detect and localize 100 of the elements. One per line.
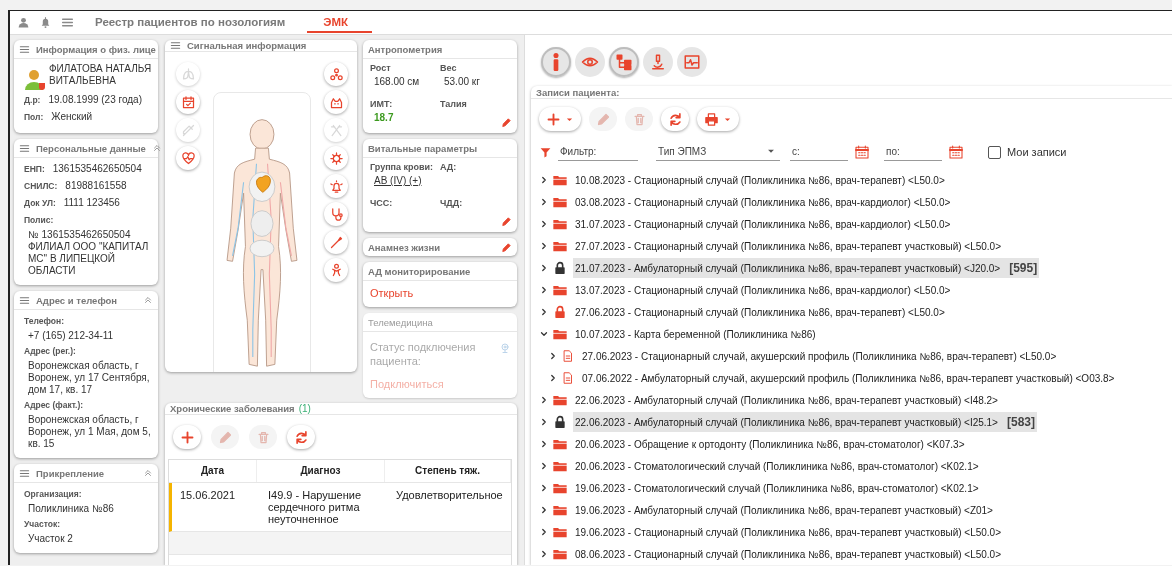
record-item[interactable]: 13.07.2023 - Стационарный случай (Поликлиника №86, врач-кардиолог) <L50.0>	[573, 281, 953, 299]
chevron-right-icon[interactable]	[539, 285, 549, 295]
record-item[interactable]: 22.06.2023 - Амбулаторный случай (Поликлиника №86, врач-терапевт участковый) <I25.1> [583]	[573, 412, 1037, 432]
collapse-icon[interactable]	[143, 468, 153, 478]
tool-button[interactable]	[324, 202, 348, 226]
date-field[interactable]: по:	[884, 143, 942, 161]
panel-title: Хронические заболевания	[170, 403, 295, 414]
filter-icon[interactable]	[539, 145, 552, 159]
field-link[interactable]: AB (IV) (+)	[370, 175, 440, 186]
refresh-button[interactable]	[287, 425, 315, 449]
checkbox-label: Мои записи	[1007, 146, 1067, 158]
tool-button[interactable]	[324, 62, 348, 86]
view-tab[interactable]	[541, 47, 571, 77]
chevron-right-icon[interactable]	[548, 351, 558, 361]
view-tab[interactable]	[677, 47, 707, 77]
nav-tab[interactable]: Реестр пациентов по нозологиям	[83, 12, 302, 33]
tool-button[interactable]	[324, 146, 348, 170]
menu-icon[interactable]	[19, 43, 30, 55]
nav-tab[interactable]: ЭМК	[307, 12, 373, 33]
plus-button[interactable]	[539, 107, 581, 131]
field-label: ЧСС:	[370, 198, 394, 208]
checkbox[interactable]	[988, 145, 1001, 159]
menu-icon[interactable]	[19, 294, 30, 306]
tool-button[interactable]	[324, 90, 348, 114]
record-item[interactable]: 19.06.2023 - Стационарный случай (Поликлиника №86, врач-терапевт участковый) <L50.0>	[573, 523, 1004, 541]
tool-button[interactable]	[324, 258, 348, 282]
table-cell-text: I49.9 - Нарушение сердечного ритма неуточненное	[267, 488, 363, 527]
calendar-icon[interactable]	[948, 144, 964, 160]
type-dropdown[interactable]: Тип ЭПМЗ	[656, 143, 780, 161]
chevron-right-icon[interactable]	[539, 461, 549, 471]
chevron-right-icon[interactable]	[539, 395, 549, 405]
panel-title: Анамнез жизни	[368, 241, 441, 253]
chevron-right-icon[interactable]	[539, 549, 549, 559]
record-item[interactable]: 10.07.2023 - Карта беременной (Поликлиника №86)	[573, 325, 818, 343]
chevron-right-icon[interactable]	[548, 373, 558, 383]
view-tab[interactable]	[643, 47, 673, 77]
user-icon[interactable]	[17, 16, 30, 29]
chevron-right-icon[interactable]	[539, 505, 549, 515]
record-item[interactable]: 27.06.2023 - Стационарный случай (Поликлиника №86, врач-терапевт) <L50.0>	[573, 303, 947, 321]
plus-button[interactable]	[173, 425, 201, 449]
collapse-icon[interactable]	[143, 295, 153, 305]
panel-title: Персональные данные	[36, 142, 146, 154]
pencil-icon[interactable]	[501, 216, 512, 227]
field-value: 18.7	[373, 112, 395, 123]
record-item[interactable]: 19.06.2023 - Амбулаторный случай (Поликлиника №86, врач-терапевт участковый) <Z01>	[573, 501, 995, 519]
record-item[interactable]: 20.06.2023 - Обращение к ортодонту (Поликлиника №86, врач-стоматолог) <K07.3>	[573, 435, 967, 453]
record-item[interactable]: 03.08.2023 - Стационарный случай (Поликлиника №86, врач-кардиолог) <L50.0>	[573, 193, 953, 211]
field-value: Женский	[51, 111, 93, 123]
tool-button[interactable]	[324, 230, 348, 254]
notification-bell-icon[interactable]	[39, 16, 52, 29]
printer-button[interactable]	[697, 107, 739, 131]
patient-name: ФИЛАТОВА НАТАЛЬЯ ВИТАЛЬЕВНА	[49, 63, 153, 87]
pencil-icon[interactable]	[501, 241, 512, 253]
tool-button[interactable]	[176, 146, 200, 170]
chevron-right-icon[interactable]	[539, 439, 549, 449]
field-value: 1111 123456	[63, 197, 120, 209]
menu-icon[interactable]	[61, 16, 74, 29]
record-item[interactable]: 22.06.2023 - Амбулаторный случай (Поликлиника №86, врач-терапевт участковый) <I48.2>	[573, 391, 1000, 409]
record-item[interactable]: 27.07.2023 - Стационарный случай (Поликлиника №86, врач-терапевт участковый) <L50.0>	[573, 237, 1004, 255]
menu-icon[interactable]	[170, 40, 181, 51]
field-label: Пол:	[24, 111, 44, 123]
chevron-right-icon[interactable]	[539, 417, 549, 427]
field-value: +7 (165) 212-34-11	[27, 330, 115, 342]
tool-button[interactable]	[324, 174, 348, 198]
record-item[interactable]: 08.06.2023 - Стационарный случай (Поликлиника №86, врач-терапевт участковый) <L50.0>	[573, 545, 1004, 563]
field-value: Воронежская область, г Воронеж, ул 17 Сентября, дом 17, кв. 17	[27, 360, 151, 396]
lungs-icon	[180, 66, 196, 82]
menu-icon[interactable]	[19, 467, 30, 479]
refresh-button[interactable]	[661, 107, 689, 131]
record-item[interactable]: 27.06.2023 - Стационарный случай, акушерский профиль (Поликлиника №86, врач-терапевт) <L50.0>	[580, 347, 1059, 365]
view-tab[interactable]	[609, 47, 639, 77]
record-item[interactable]: 31.07.2023 - Стационарный случай (Поликлиника №86, врач-кардиолог) <L50.0>	[573, 215, 953, 233]
document-icon	[561, 370, 575, 386]
tool-button[interactable]	[176, 90, 200, 114]
view-tab[interactable]	[575, 47, 605, 77]
collapse-icon[interactable]	[151, 143, 162, 153]
chevron-right-icon[interactable]	[539, 197, 549, 207]
chevron-right-icon[interactable]	[539, 175, 549, 185]
panel-title: АД мониторирование	[368, 265, 471, 277]
chevron-right-icon[interactable]	[539, 241, 549, 251]
chevron-down-icon[interactable]	[539, 329, 549, 339]
date-field[interactable]: с:	[790, 143, 848, 161]
menu-icon[interactable]	[19, 142, 30, 154]
calendar-icon[interactable]	[854, 144, 870, 160]
pencil-icon[interactable]	[501, 117, 512, 128]
chevron-right-icon[interactable]	[539, 527, 549, 537]
record-item[interactable]: 19.06.2023 - Стоматологический случай (Поликлиника №86, врач-стоматолог) <K02.1>	[573, 479, 981, 497]
chevron-right-icon[interactable]	[539, 483, 549, 493]
calendar-check-icon	[180, 94, 196, 110]
record-item[interactable]: 07.06.2022 - Амбулаторный случай, акушерский профиль (Поликлиника №86, врач-терапевт участковый) <O03.8>	[580, 369, 1117, 387]
record-item[interactable]: 21.07.2023 - Амбулаторный случай (Поликлиника №86, врач-терапевт участковый) <J20.0> [595]	[573, 258, 1040, 278]
filter-field[interactable]: Фильтр:	[558, 143, 638, 161]
chevron-right-icon[interactable]	[539, 219, 549, 229]
count-label: (1)	[298, 403, 311, 414]
record-item[interactable]: 10.08.2023 - Стационарный случай (Поликлиника №86, врач-терапевт) <L50.0>	[573, 171, 947, 189]
record-item[interactable]: 20.06.2023 - Стоматологический случай (Поликлиника №86, врач-стоматолог) <K02.1>	[573, 457, 981, 475]
field-label: Организация:	[24, 488, 83, 500]
open-link[interactable]: Открыть	[370, 285, 511, 301]
chevron-right-icon[interactable]	[539, 263, 549, 273]
chevron-right-icon[interactable]	[539, 307, 549, 317]
